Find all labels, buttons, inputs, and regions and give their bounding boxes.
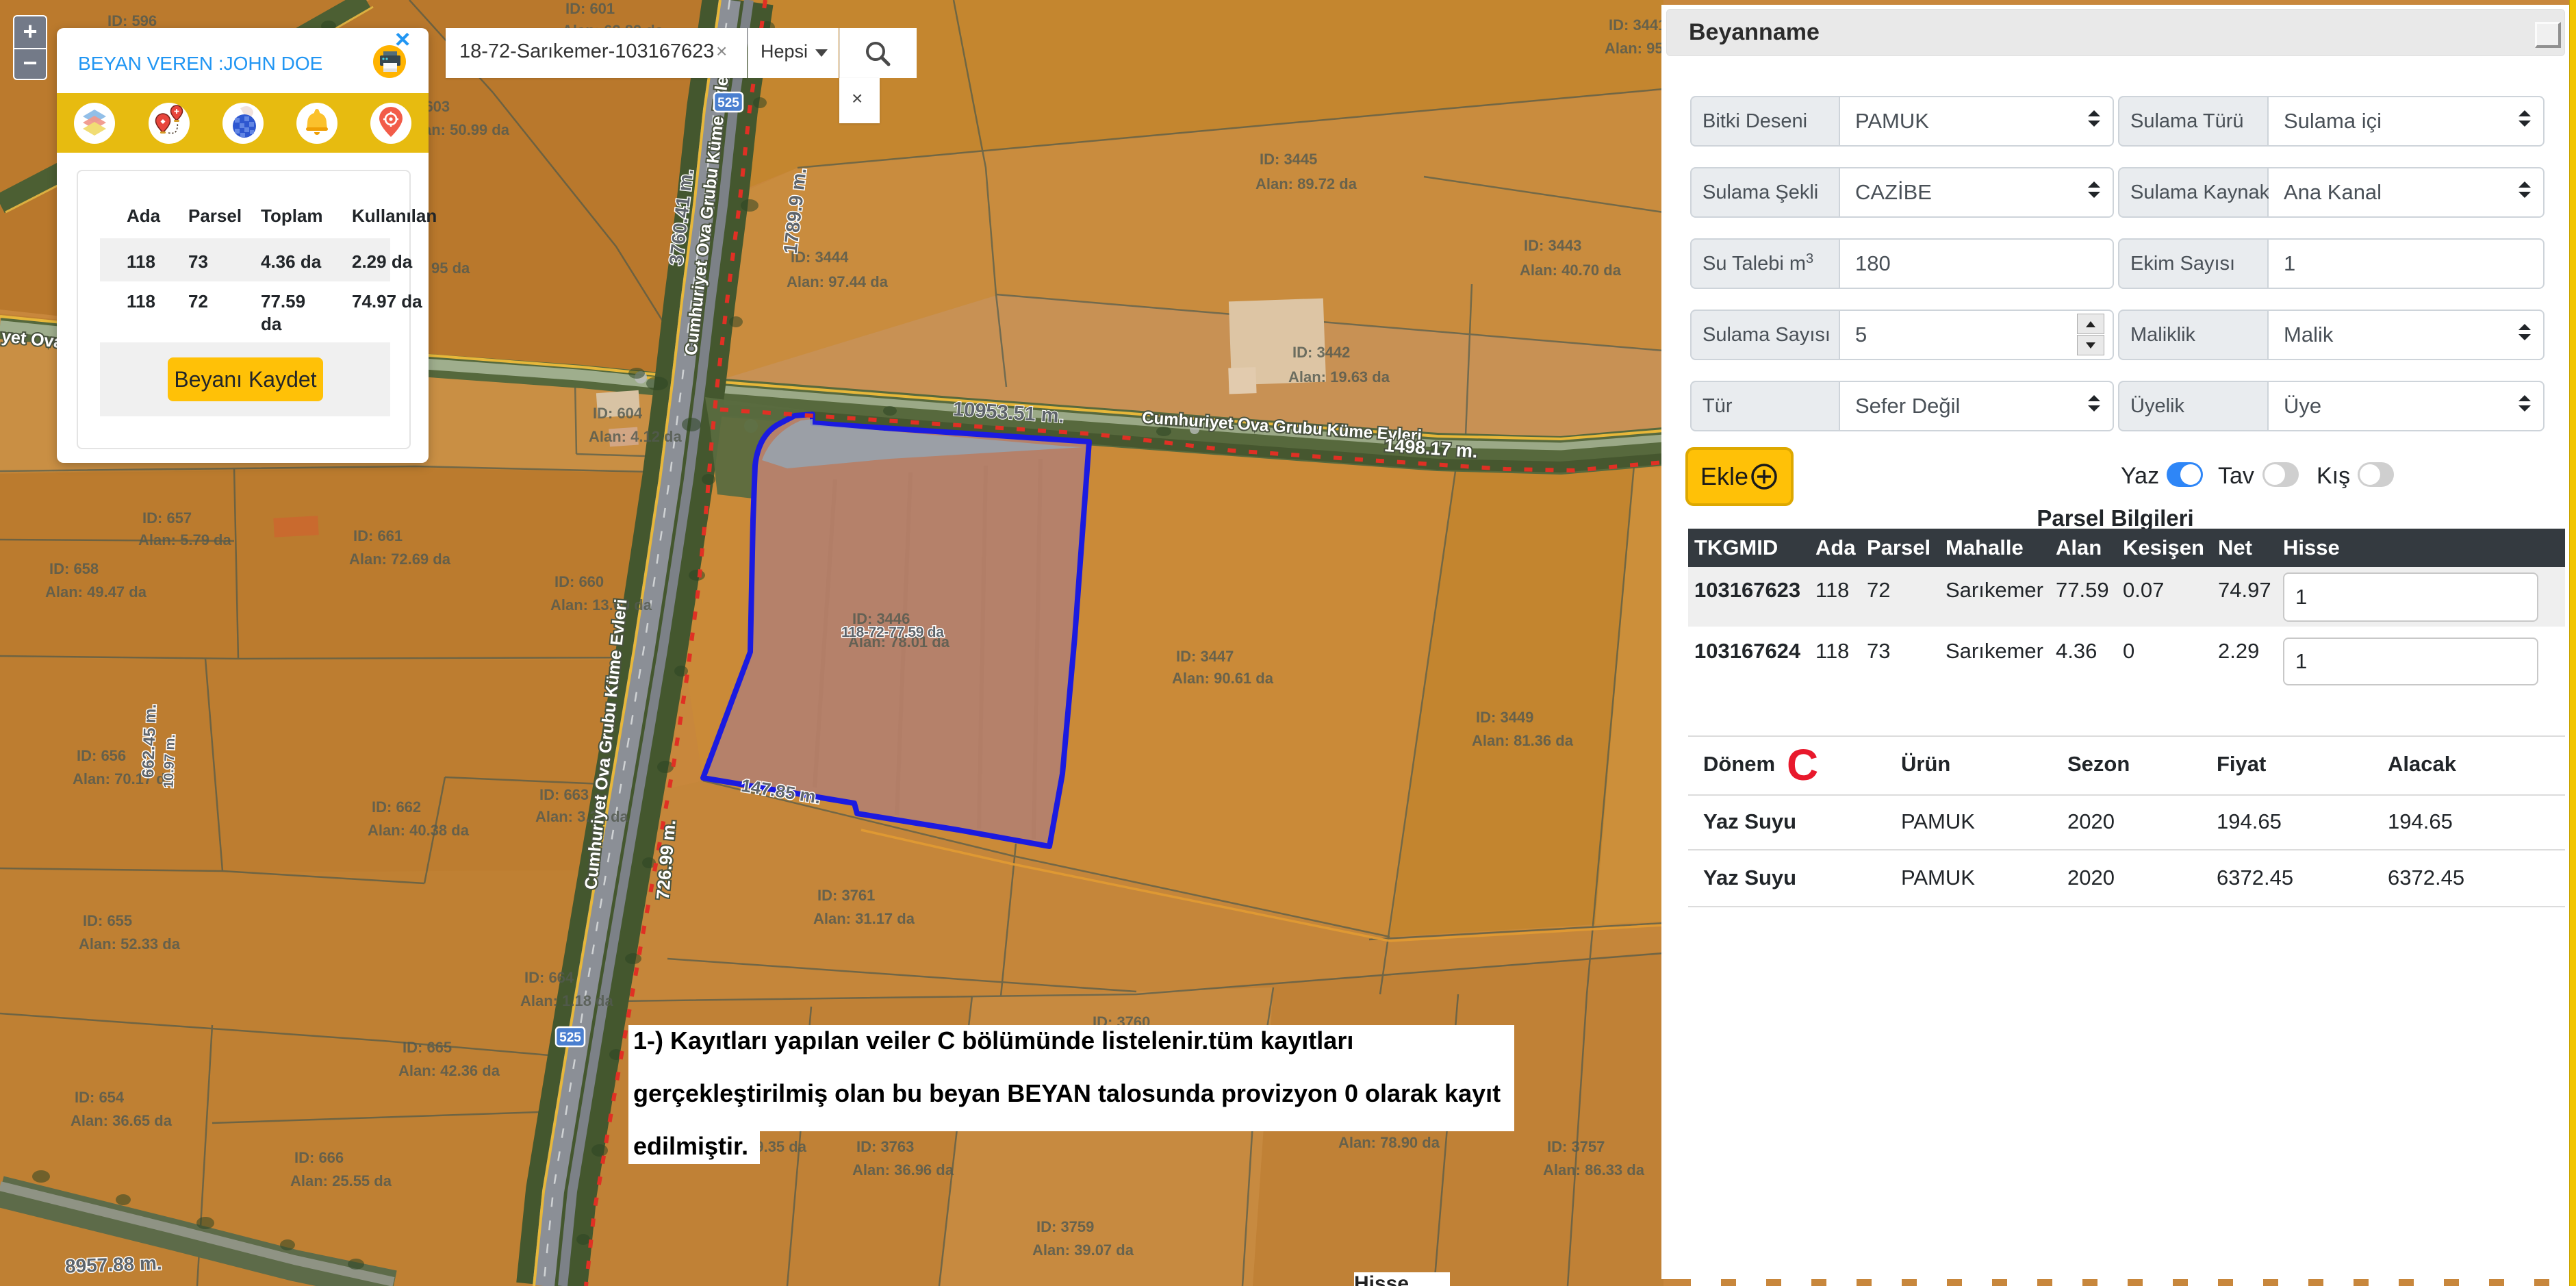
svg-text:118-72-77.59 da: 118-72-77.59 da <box>841 625 944 640</box>
svg-text:Alan: 40.38 da: Alan: 40.38 da <box>368 822 470 839</box>
svg-text:ID: 3447: ID: 3447 <box>1176 648 1234 665</box>
svg-text:Alan: 89.72 da: Alan: 89.72 da <box>1255 175 1357 192</box>
svg-text:Alan: 4.12 da: Alan: 4.12 da <box>589 428 682 445</box>
svg-text:ID: 3441: ID: 3441 <box>1609 16 1666 34</box>
svg-text:Alan: 25.55 da: Alan: 25.55 da <box>290 1172 392 1189</box>
svg-text:ID: 604: ID: 604 <box>593 405 643 422</box>
svg-text:662.45 m.: 662.45 m. <box>139 703 160 778</box>
svg-text:ID: 663: ID: 663 <box>539 786 589 803</box>
svg-text:Alan: 86.33 da: Alan: 86.33 da <box>1543 1161 1645 1178</box>
svg-text:ID: 601: ID: 601 <box>565 0 615 17</box>
svg-text:ID: 3443: ID: 3443 <box>1524 237 1581 254</box>
svg-text:525: 525 <box>559 1031 581 1045</box>
svg-text:Alan: 97.44 da: Alan: 97.44 da <box>787 273 889 290</box>
svg-text:ID: 664: ID: 664 <box>524 969 574 986</box>
svg-text:8957.88 m.: 8957.88 m. <box>64 1252 162 1277</box>
svg-text:Alan: 72.69 da: Alan: 72.69 da <box>349 551 451 568</box>
svg-text:ID: 660: ID: 660 <box>554 573 604 590</box>
svg-text:Alan: 3.30 da: Alan: 3.30 da <box>535 808 628 825</box>
svg-text:Alan: 39.07 da: Alan: 39.07 da <box>1032 1241 1134 1259</box>
svg-text:ID: 657: ID: 657 <box>142 509 192 527</box>
svg-text:Alan: 52.33 da: Alan: 52.33 da <box>79 935 181 953</box>
svg-text:ID: 655: ID: 655 <box>83 912 132 929</box>
svg-text:Alan: 40.70 da: Alan: 40.70 da <box>1520 262 1622 279</box>
svg-text:ID: 596: ID: 596 <box>107 12 157 29</box>
svg-text:Alan: 42.36 da: Alan: 42.36 da <box>398 1062 500 1079</box>
svg-text:ID: 654: ID: 654 <box>75 1089 125 1106</box>
svg-text:ID: 665: ID: 665 <box>403 1039 452 1056</box>
svg-text:ID: 3759: ID: 3759 <box>1036 1218 1094 1235</box>
svg-text:ID: 661: ID: 661 <box>353 527 403 544</box>
svg-text:ID: 658: ID: 658 <box>49 560 99 577</box>
svg-text:ID: 3445: ID: 3445 <box>1260 151 1317 168</box>
svg-text:Alan: 81.36 da: Alan: 81.36 da <box>1472 732 1574 749</box>
svg-text:ID: 3442: ID: 3442 <box>1292 344 1350 361</box>
svg-text:ID: 3449: ID: 3449 <box>1476 709 1533 726</box>
svg-text:ID: 662: ID: 662 <box>372 798 421 816</box>
svg-text:Alan: 31.17 da: Alan: 31.17 da <box>813 910 915 927</box>
svg-text:Alan: 49.47 da: Alan: 49.47 da <box>45 583 147 601</box>
svg-text:10.97 m.: 10.97 m. <box>162 734 179 789</box>
svg-text:Alan: 5.79 da: Alan: 5.79 da <box>138 531 231 549</box>
svg-text:ID: 3757: ID: 3757 <box>1547 1138 1605 1155</box>
svg-text:ID: 3761: ID: 3761 <box>817 887 875 904</box>
svg-text:95 da: 95 da <box>431 260 470 277</box>
svg-text:Alan: 1.18 da: Alan: 1.18 da <box>520 992 613 1009</box>
svg-text:Alan: 19.63 da: Alan: 19.63 da <box>1288 368 1390 386</box>
svg-text:Alan: 13.00 da: Alan: 13.00 da <box>550 596 652 614</box>
svg-text:Alan: 36.65 da: Alan: 36.65 da <box>71 1112 173 1129</box>
svg-text:ID: 656: ID: 656 <box>77 747 126 764</box>
svg-text:Alan: 70.17 da: Alan: 70.17 da <box>73 770 175 787</box>
svg-text:Alan: 90.61 da: Alan: 90.61 da <box>1172 670 1274 687</box>
svg-text:ID: 666: ID: 666 <box>294 1149 344 1166</box>
svg-text:525: 525 <box>717 96 739 110</box>
